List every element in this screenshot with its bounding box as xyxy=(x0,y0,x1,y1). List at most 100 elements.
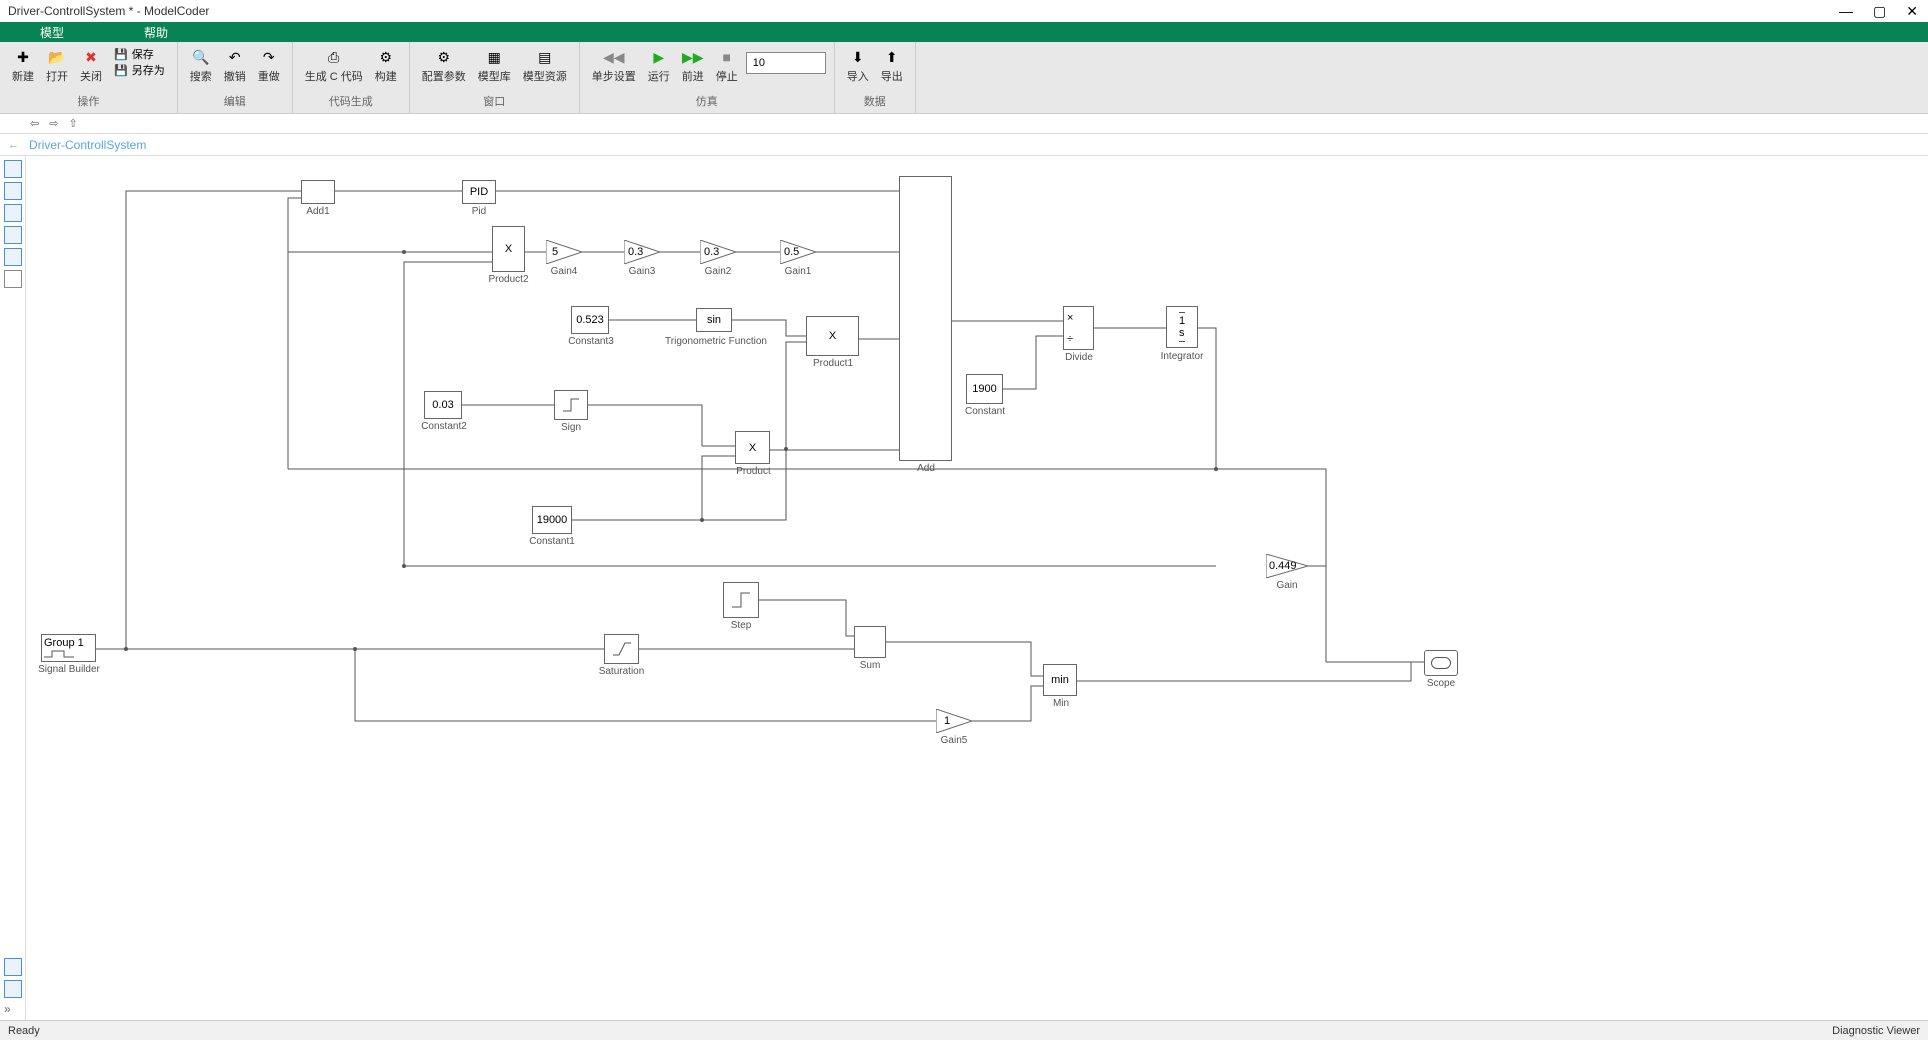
undo-button[interactable]: ↶撤销 xyxy=(220,46,250,89)
product1-block[interactable]: X xyxy=(806,316,859,356)
gain-label: Gain xyxy=(1272,580,1302,591)
toolbar-group-window: ⚙配置参数 ▦模型库 ▤模型资源 窗口 xyxy=(410,42,580,113)
gain4-label: Gain4 xyxy=(546,266,582,277)
gain2-label: Gain2 xyxy=(700,266,736,277)
add-label: Add xyxy=(911,463,941,474)
close-button[interactable]: ✖关闭 xyxy=(76,46,106,89)
palette-bottom-1[interactable] xyxy=(4,958,22,976)
export-button[interactable]: ⬆导出 xyxy=(877,46,907,89)
status-ready: Ready xyxy=(8,1025,40,1037)
palette-expand-icon[interactable]: » xyxy=(4,1002,22,1016)
build-button[interactable]: ⚙构建 xyxy=(371,46,401,89)
add1-block[interactable] xyxy=(301,180,335,204)
wires xyxy=(26,156,1926,1016)
palette-item-4[interactable] xyxy=(4,226,22,244)
palette-bottom: » xyxy=(4,958,22,1016)
new-button[interactable]: ✚新建 xyxy=(8,46,38,89)
min-block[interactable]: min xyxy=(1043,664,1077,696)
integrator-label: Integrator xyxy=(1156,351,1208,362)
scope-block[interactable] xyxy=(1424,650,1458,676)
config-button[interactable]: ⚙配置参数 xyxy=(418,46,470,89)
saturation-block[interactable] xyxy=(604,634,639,664)
diagnostic-viewer-link[interactable]: Diagnostic Viewer xyxy=(1832,1025,1920,1037)
gain2-block[interactable]: 0.3 xyxy=(700,240,736,264)
modelres-button[interactable]: ▤模型资源 xyxy=(519,46,571,89)
search-button[interactable]: 🔍搜索 xyxy=(186,46,216,89)
gain4-block[interactable]: 5 xyxy=(546,240,582,264)
group-label-ops: 操作 xyxy=(8,89,169,109)
modellib-button[interactable]: ▦模型库 xyxy=(474,46,515,89)
nav-forward-icon[interactable]: ⇨ xyxy=(49,117,58,130)
toolbar-group-codegen: ⎙生成 C 代码 ⚙构建 代码生成 xyxy=(293,42,410,113)
constant1-label: Constant1 xyxy=(526,536,578,547)
sign-block[interactable] xyxy=(554,390,588,420)
svg-text:0.5: 0.5 xyxy=(784,246,799,258)
palette-item-3[interactable] xyxy=(4,204,22,222)
breadcrumb-path[interactable]: Driver-ControllSystem xyxy=(29,138,146,152)
gain-block[interactable]: 0.449 xyxy=(1266,554,1308,578)
svg-text:0.3: 0.3 xyxy=(628,246,643,258)
nav-up-icon[interactable]: ⇧ xyxy=(68,117,77,130)
saveas-button[interactable]: 💾另存为 xyxy=(110,62,169,78)
constant-block[interactable]: 1900 xyxy=(966,374,1003,404)
step-button[interactable]: ◀◀单步设置 xyxy=(588,46,640,89)
stop-button[interactable]: ■停止 xyxy=(712,46,742,89)
menu-help[interactable]: 帮助 xyxy=(104,22,208,42)
scope-label: Scope xyxy=(1424,678,1458,689)
palette-item-5[interactable] xyxy=(4,248,22,266)
config-icon: ⚙ xyxy=(435,48,453,66)
constant3-block[interactable]: 0.523 xyxy=(571,306,609,334)
svg-text:1: 1 xyxy=(944,715,950,727)
code-icon: ⎙ xyxy=(325,48,343,66)
signal-builder-block[interactable]: Group 1 xyxy=(41,634,96,662)
step-label: Step xyxy=(726,620,756,631)
genc-button[interactable]: ⎙生成 C 代码 xyxy=(301,46,367,89)
palette-item-2[interactable] xyxy=(4,182,22,200)
add-block[interactable] xyxy=(899,176,952,461)
palette-item-1[interactable] xyxy=(4,160,22,178)
gain5-block[interactable]: 1 xyxy=(936,709,972,733)
palette-item-6[interactable] xyxy=(4,270,22,288)
nav-back-icon[interactable]: ⇦ xyxy=(30,117,39,130)
toolbar-group-data: ⬇导入 ⬆导出 数据 xyxy=(835,42,916,113)
step-block[interactable] xyxy=(723,582,759,618)
canvas[interactable]: Add1 PID Pid X Product2 5 Gain4 0.3 Gain… xyxy=(26,156,1928,1020)
trig-block[interactable]: sin xyxy=(696,308,732,332)
menu-model[interactable]: 模型 xyxy=(0,22,104,42)
stop-icon: ■ xyxy=(718,48,736,66)
undo-icon: ↶ xyxy=(226,48,244,66)
open-button[interactable]: 📂打开 xyxy=(42,46,72,89)
svg-text:0.3: 0.3 xyxy=(704,246,719,258)
new-icon: ✚ xyxy=(14,48,32,66)
maximize-icon[interactable]: ▢ xyxy=(1873,3,1886,20)
import-icon: ⬇ xyxy=(849,48,867,66)
simtime-input[interactable] xyxy=(746,52,826,74)
import-button[interactable]: ⬇导入 xyxy=(843,46,873,89)
gain1-block[interactable]: 0.5 xyxy=(780,240,816,264)
save-button[interactable]: 💾保存 xyxy=(110,46,169,62)
toolbar: ✚新建 📂打开 ✖关闭 💾保存 💾另存为 操作 🔍搜索 ↶撤销 ↷重做 编辑 ⎙… xyxy=(0,42,1928,114)
step-icon: ◀◀ xyxy=(605,48,623,66)
constant2-label: Constant2 xyxy=(419,421,469,432)
redo-button[interactable]: ↷重做 xyxy=(254,46,284,89)
sum-label: Sum xyxy=(856,660,884,671)
integrator-block[interactable]: 1s xyxy=(1166,306,1198,348)
constant2-block[interactable]: 0.03 xyxy=(424,391,462,419)
sum-block[interactable] xyxy=(854,626,886,658)
menu-bar: 模型 帮助 xyxy=(0,22,1928,42)
constant1-block[interactable]: 19000 xyxy=(532,506,572,534)
forward-button[interactable]: ▶▶前进 xyxy=(678,46,708,89)
palette-bottom-2[interactable] xyxy=(4,980,22,998)
gain3-block[interactable]: 0.3 xyxy=(624,240,660,264)
product1-label: Product1 xyxy=(808,358,858,369)
product-block[interactable]: X xyxy=(735,431,770,464)
run-button[interactable]: ▶运行 xyxy=(644,46,674,89)
min-label: Min xyxy=(1048,698,1074,709)
close-icon[interactable]: ✕ xyxy=(1906,3,1918,20)
product2-block[interactable]: X xyxy=(492,226,525,272)
breadcrumb-back-icon[interactable]: ← xyxy=(8,139,19,151)
divide-block[interactable]: ×÷ xyxy=(1063,306,1094,350)
pid-block[interactable]: PID xyxy=(462,180,496,204)
minimize-icon[interactable]: — xyxy=(1839,3,1853,20)
save-icon: 💾 xyxy=(114,48,128,61)
